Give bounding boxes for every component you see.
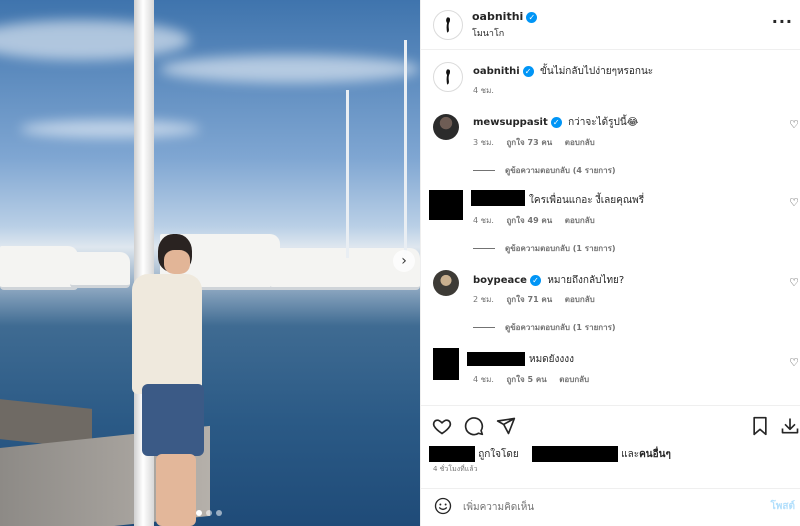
carousel-dots [196,510,222,516]
carousel-dot [216,510,222,516]
comment-text: mewsuppasit ✓ กว่าจะได้รูปนี้😂 [473,115,638,130]
verified-badge-icon: ✓ [529,275,541,286]
header-username-text[interactable]: oabnithi [472,10,523,23]
cloud [0,20,190,60]
post-button[interactable]: โพสต์ [770,499,795,514]
carousel-dot [206,510,212,516]
emoji-icon[interactable] [433,497,453,517]
comment-text: หมดยังงงง [529,352,574,367]
comment-username[interactable]: boypeace [473,275,527,286]
post-photo[interactable]: › [0,0,420,526]
redacted-username [471,190,525,206]
carousel-dot [196,510,202,516]
caption-text: oabnithi ✓ ขั้นไม่กลับไปง่ายๆหรอกนะ [473,64,653,79]
more-horizontal-icon[interactable]: ··· [772,12,793,31]
reply-button[interactable]: ตอบกลับ [565,295,595,304]
comment-meta: 3 ชม. ถูกใจ 73 คน ตอบกลับ [473,136,605,149]
location-label[interactable]: โมนาโก [472,26,504,40]
comment-time: 4 ชม. [473,216,494,225]
chevron-right-icon[interactable]: › [393,250,415,272]
redacted-username [467,352,525,366]
redacted-avatar [429,190,463,220]
verified-badge-icon: ✓ [550,117,562,128]
comments-list[interactable]: oabnithi ✓ ขั้นไม่กลับไปง่ายๆหรอกนะ 4 ชม.… [421,50,800,404]
post-header: oabnithi ✓ โมนาโก ··· [421,0,800,50]
caption-username[interactable]: oabnithi [473,66,520,77]
reply-button[interactable]: ตอบกลับ [565,216,595,225]
view-replies-button[interactable]: ดูข้อความตอบกลับ (1 รายการ) [473,242,616,255]
heart-icon[interactable]: ♡ [789,276,799,289]
header-username[interactable]: oabnithi ✓ [472,10,538,23]
heart-icon[interactable] [431,416,453,438]
redacted-avatar [433,348,459,380]
add-comment-input[interactable] [463,498,753,516]
heart-icon[interactable]: ♡ [789,356,799,369]
comment-meta: 2 ชม. ถูกใจ 71 คน ตอบกลับ [473,293,605,306]
comment-time: 2 ชม. [473,295,494,304]
comment-text: boypeace ✓ หมายถึงกลับไทย? [473,273,624,288]
redacted-liker-name [531,446,618,462]
comment-body: ใครเพื่อนแกอะ งี้เลยคุณพรี่ [529,195,645,206]
heart-icon[interactable]: ♡ [789,118,799,131]
post-time-ago: 4 ชั่วโมงที่แล้ว [433,465,478,473]
cloud [20,120,200,138]
verified-badge-icon: ✓ [526,12,538,23]
reply-button[interactable]: ตอบกลับ [565,138,595,147]
add-comment-bar: โพสต์ [421,488,800,526]
caption-time: 4 ชม. [473,86,494,95]
action-bar [421,405,800,445]
caption-body: ขั้นไม่กลับไปง่ายๆหรอกนะ [540,66,654,77]
reply-button[interactable]: ตอบกลับ [559,375,589,384]
comment-icon[interactable] [463,416,485,438]
redacted-liker-avatar [429,446,475,462]
view-replies-button[interactable]: ดูข้อความตอบกลับ (4 รายการ) [473,164,616,177]
comment-likes[interactable]: ถูกใจ 71 คน [506,295,552,304]
comment-meta: 4 ชม. ถูกใจ 49 คน ตอบกลับ [473,214,605,227]
comment-time: 3 ชม. [473,138,494,147]
sailboat-mast [346,90,349,258]
profile-avatar[interactable] [433,10,463,40]
comment-meta: 4 ชม. ถูกใจ 5 คน ตอบกลับ [473,373,599,386]
caption-avatar[interactable] [433,62,463,92]
cloud [160,55,420,83]
comment-body: หมายถึงกลับไทย? [547,275,625,286]
comment-body: หมดยังงงง [529,354,575,365]
liked-by-line[interactable]: ถูกใจโดย และคนอื่นๆ [429,446,671,462]
send-icon[interactable] [495,416,517,438]
download-icon[interactable] [779,416,800,438]
bookmark-icon[interactable] [749,416,771,438]
comment-time: 4 ชม. [473,375,494,384]
comment-text: ใครเพื่อนแกอะ งี้เลยคุณพรี่ [529,193,644,208]
person [118,234,218,526]
comment-likes[interactable]: ถูกใจ 73 คน [506,138,552,147]
liked-by-prefix: ถูกใจโดย [478,449,519,460]
commenter-avatar[interactable] [433,114,459,140]
heart-icon[interactable]: ♡ [789,196,799,209]
commenter-avatar[interactable] [433,270,459,296]
comment-likes[interactable]: ถูกใจ 5 คน [506,375,546,384]
comment-likes[interactable]: ถูกใจ 49 คน [506,216,552,225]
verified-badge-icon: ✓ [522,66,534,77]
post-panel: oabnithi ✓ โมนาโก ··· oabnithi ✓ ขั้นไม่กล… [420,0,800,526]
liked-by-and: และ [621,449,640,460]
sailboat-mast [404,40,407,254]
view-replies-button[interactable]: ดูข้อความตอบกลับ (1 รายการ) [473,321,616,334]
liked-by-others[interactable]: คนอื่นๆ [639,449,671,460]
comment-body: กว่าจะได้รูปนี้😂 [568,117,639,128]
comment-username[interactable]: mewsuppasit [473,117,548,128]
